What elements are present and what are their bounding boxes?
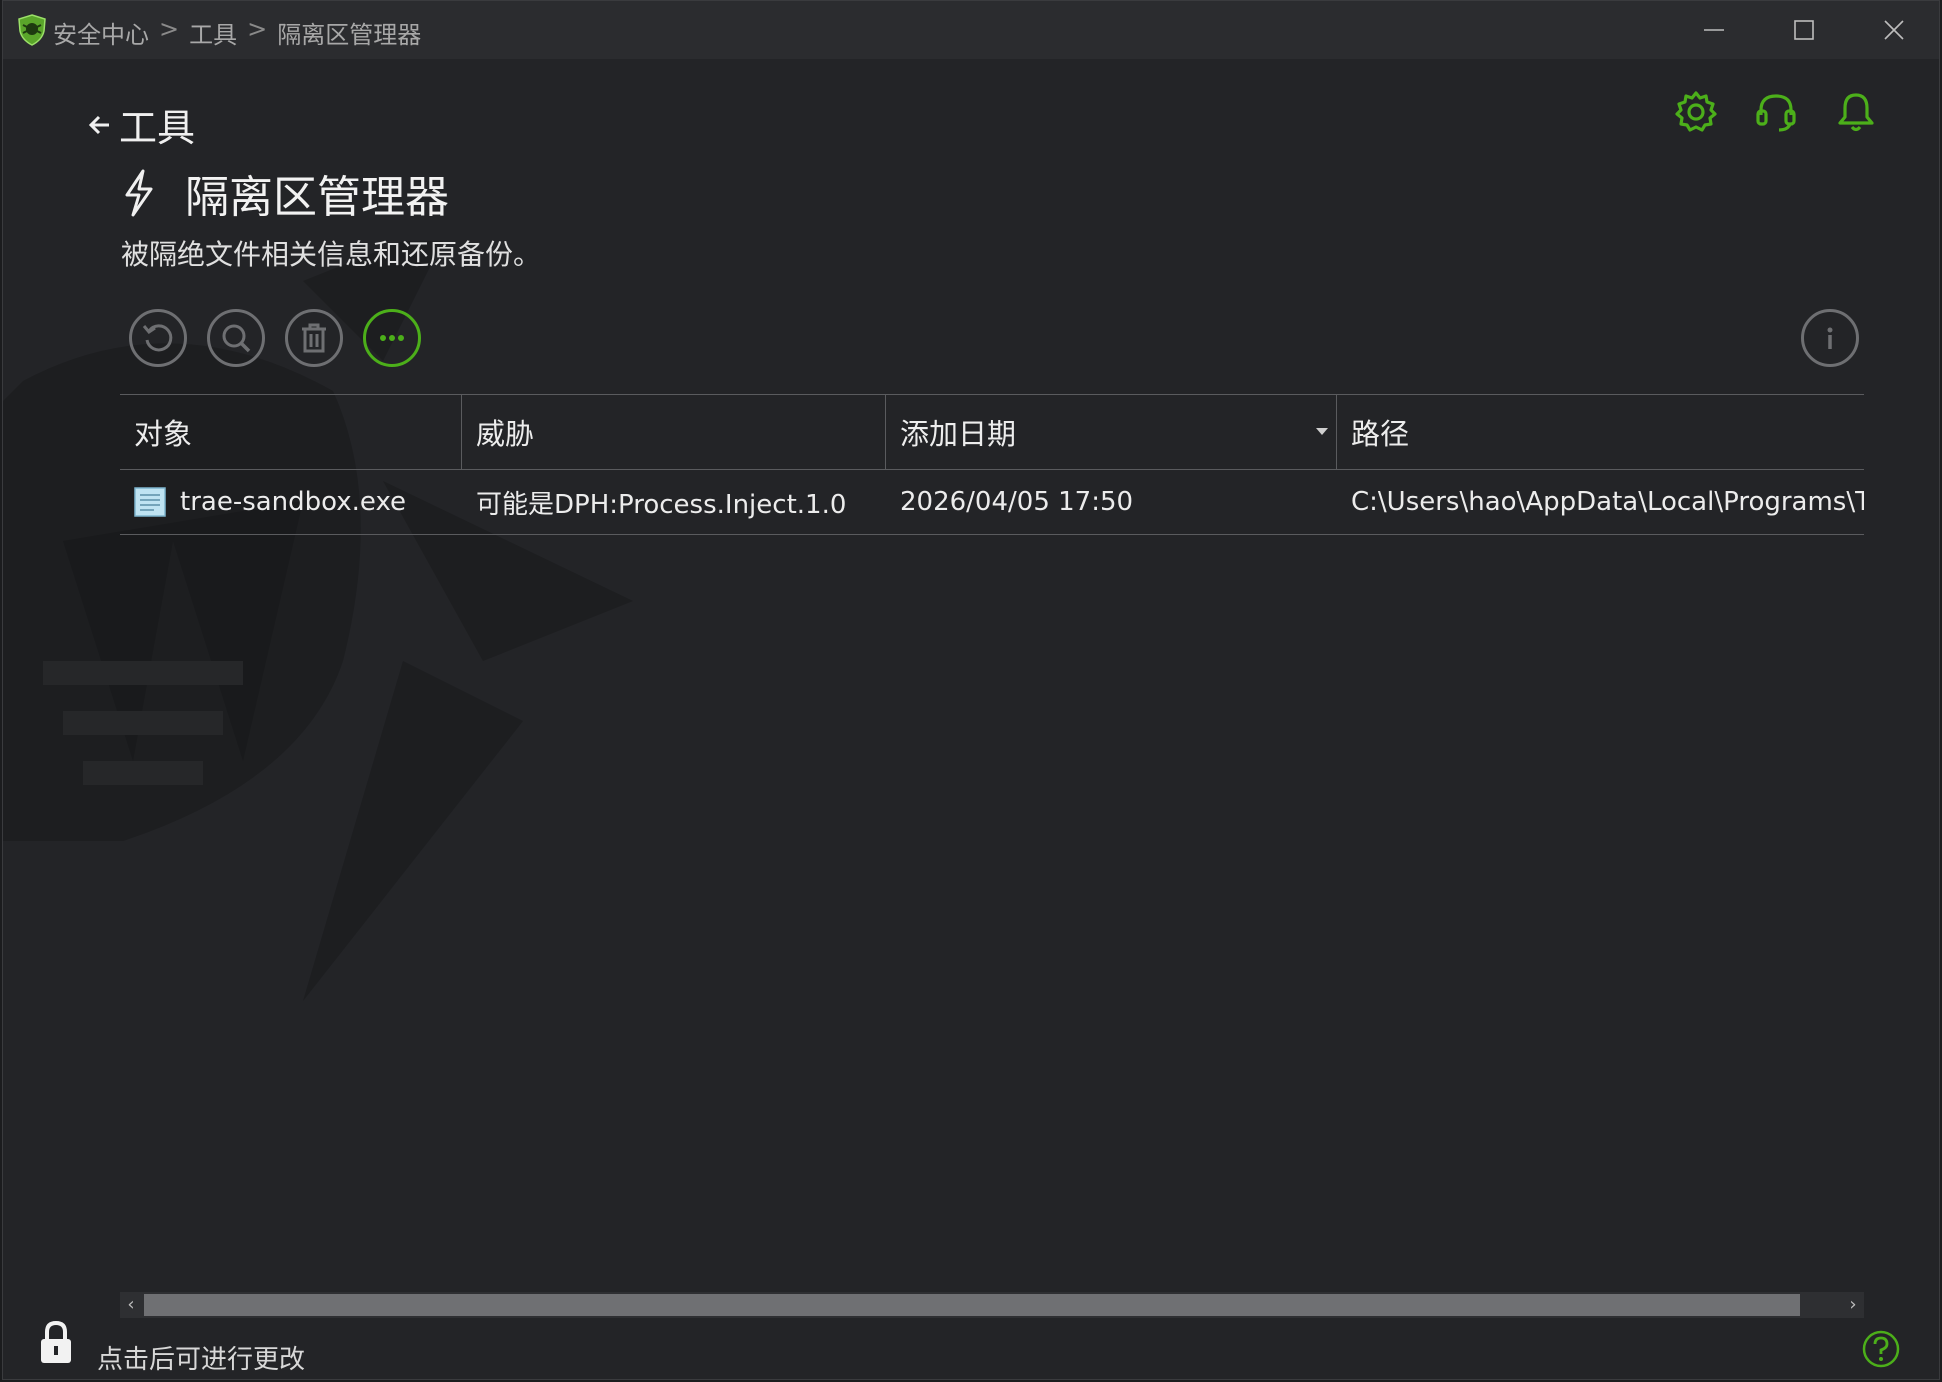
back-link[interactable]: 工具: [87, 97, 195, 152]
breadcrumb: 安全中心 > 工具 > 隔离区管理器: [53, 15, 421, 50]
spider-logo-icon: [18, 14, 46, 46]
minimize-button[interactable]: [1669, 1, 1759, 59]
breadcrumb-separator: >: [247, 15, 268, 43]
title-bar: 安全中心 > 工具 > 隔离区管理器: [3, 1, 1939, 59]
cell-date-added: 2026/04/05 17:50: [900, 487, 1134, 517]
page-title: 隔离区管理器: [185, 172, 449, 223]
scroll-right-icon[interactable]: ›: [1842, 1292, 1864, 1318]
breadcrumb-item-quarantine: 隔离区管理器: [277, 21, 422, 49]
top-icon-bar: [1673, 89, 1879, 135]
title-row: 隔离区管理器: [121, 161, 449, 225]
back-link-label: 工具: [119, 106, 196, 150]
column-header-object[interactable]: 对象: [120, 395, 462, 469]
restore-button[interactable]: [129, 309, 187, 367]
table-row[interactable]: trae-sandbox.exe 可能是DPH:Process.Inject.1…: [120, 470, 1864, 535]
cell-threat: 可能是DPH:Process.Inject.1.0: [476, 489, 847, 520]
trash-icon: [302, 323, 326, 353]
info-icon: [1827, 327, 1833, 349]
info-button[interactable]: [1801, 309, 1859, 367]
minimize-icon: [1704, 29, 1724, 31]
headset-icon: [1756, 94, 1796, 132]
arrow-left-icon: [88, 115, 109, 134]
breadcrumb-item-security-center[interactable]: 安全中心: [53, 15, 149, 50]
breadcrumb-item-tools[interactable]: 工具: [189, 15, 237, 50]
quarantine-table: 对象 威胁 添加日期 路径 trae-sandbox.exe 可能是DPH:Pr…: [120, 394, 1864, 535]
file-icon: [134, 487, 166, 517]
breadcrumb-separator: >: [159, 15, 180, 43]
settings-button[interactable]: [1673, 89, 1719, 135]
scrollbar-thumb[interactable]: [144, 1294, 1800, 1316]
cell-path: C:\Users\hao\AppData\Local\Programs\Tr: [1351, 487, 1864, 517]
rescan-button[interactable]: [207, 309, 265, 367]
lock-icon[interactable]: [37, 1319, 75, 1365]
column-header-path[interactable]: 路径: [1337, 395, 1864, 469]
scroll-left-icon[interactable]: ‹: [120, 1292, 142, 1318]
table-header: 对象 威胁 添加日期 路径: [120, 395, 1864, 470]
horizontal-scrollbar[interactable]: ‹ ›: [120, 1292, 1864, 1318]
page-subtitle: 被隔绝文件相关信息和还原备份。: [121, 238, 542, 271]
more-horizontal-icon: [380, 335, 404, 341]
close-button[interactable]: [1849, 1, 1939, 59]
lock-hint-text[interactable]: 点击后可进行更改: [97, 1339, 305, 1376]
help-icon[interactable]: [1861, 1329, 1901, 1369]
cell-object: trae-sandbox.exe: [120, 470, 462, 534]
column-header-threat[interactable]: 威胁: [462, 395, 886, 469]
toolbar: [129, 309, 421, 367]
close-icon: [1884, 20, 1904, 40]
lightning-icon: [125, 169, 153, 217]
column-header-date-added[interactable]: 添加日期: [886, 395, 1337, 469]
maximize-button[interactable]: [1759, 1, 1849, 59]
support-button[interactable]: [1753, 89, 1799, 135]
maximize-icon: [1794, 20, 1814, 40]
restore-icon: [142, 324, 173, 352]
delete-button[interactable]: [285, 309, 343, 367]
app-window: 安全中心 > 工具 > 隔离区管理器 工具 隔离区管理器 被隔绝文件相关信息和还…: [2, 0, 1940, 1380]
notifications-button[interactable]: [1833, 89, 1879, 135]
more-button[interactable]: [363, 309, 421, 367]
sort-descending-icon: [1316, 428, 1328, 435]
bell-icon: [1838, 93, 1874, 132]
gear-icon: [1675, 91, 1717, 132]
search-icon: [222, 324, 251, 353]
